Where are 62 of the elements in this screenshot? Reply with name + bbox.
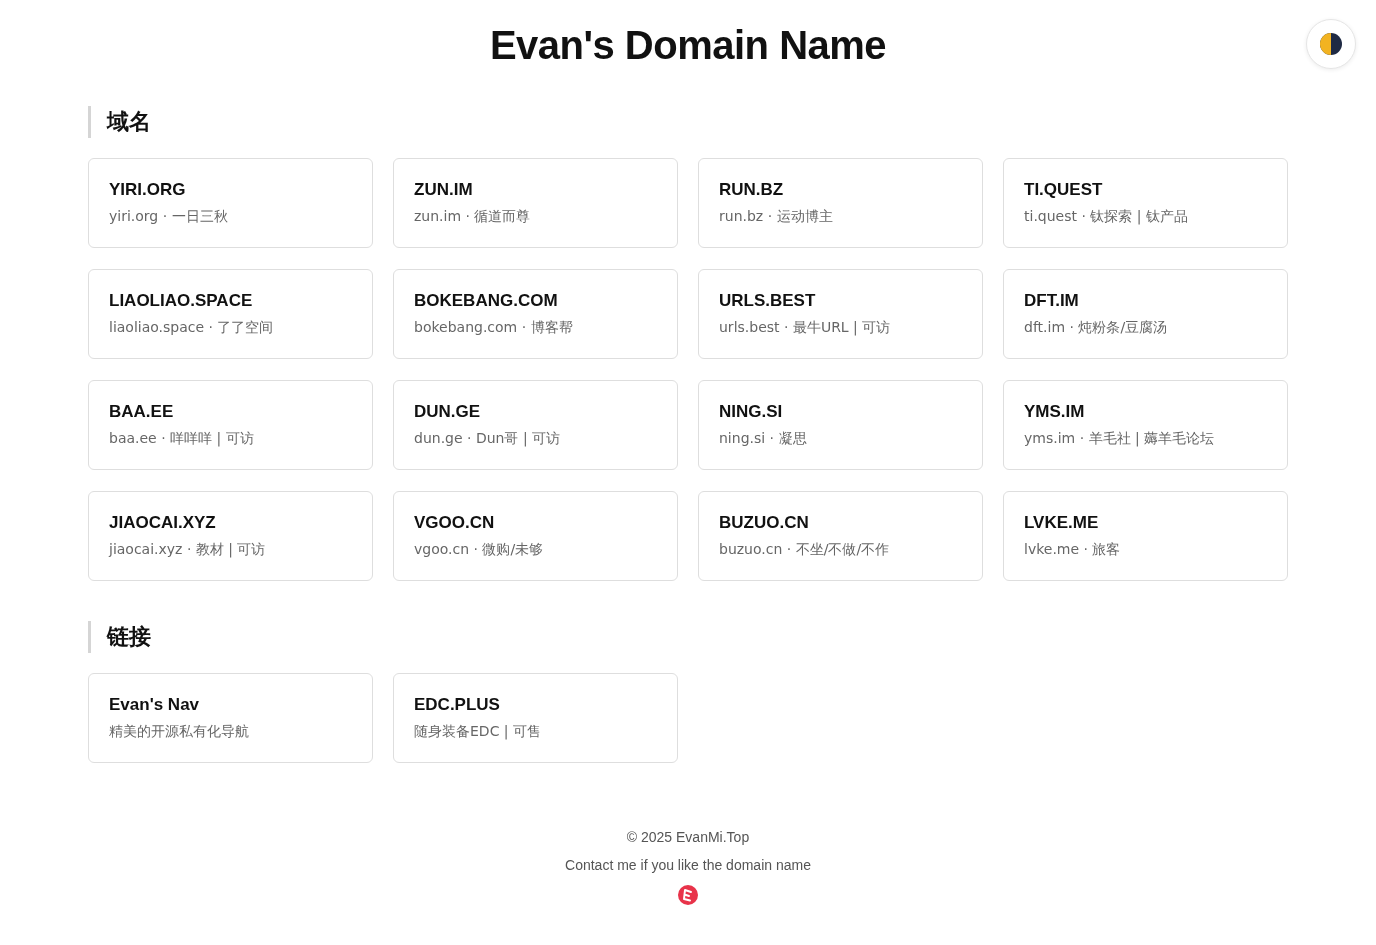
card-title: Evan's Nav: [109, 695, 201, 715]
domain-card[interactable]: YIRI.ORG yiri.org · 一日三秋: [88, 158, 373, 248]
domain-card[interactable]: LVKE.ME lvke.me · 旅客: [1003, 491, 1288, 581]
page-title: Evan's Domain Name: [489, 22, 887, 68]
card-description: liaoliao.space · 了了空间: [109, 319, 275, 337]
domain-card[interactable]: BOKEBANG.COM bokebang.com · 博客帮: [393, 269, 678, 359]
domain-card[interactable]: BUZUO.CN buzuo.cn · 不坐/不做/不作: [698, 491, 983, 581]
card-title: LVKE.ME: [1024, 513, 1100, 533]
card-title: BAA.EE: [109, 402, 175, 422]
card-description: yms.im · 羊毛社 | 薅羊毛论坛: [1024, 430, 1216, 448]
domain-card[interactable]: JIAOCAI.XYZ jiaocai.xyz · 教材 | 可访: [88, 491, 373, 581]
card-description: buzuo.cn · 不坐/不做/不作: [719, 541, 891, 559]
domain-card[interactable]: YMS.IM yms.im · 羊毛社 | 薅羊毛论坛: [1003, 380, 1288, 470]
half-moon-icon: [1319, 32, 1343, 56]
card-title: BOKEBANG.COM: [414, 291, 559, 311]
copyright-text: © 2025 EvanMi.Top: [626, 829, 750, 845]
domain-card[interactable]: BAA.EE baa.ee · 咩咩咩 | 可访: [88, 380, 373, 470]
domain-card[interactable]: DFT.IM dft.im · 炖粉条/豆腐汤: [1003, 269, 1288, 359]
card-title: YMS.IM: [1024, 402, 1086, 422]
card-description: dft.im · 炖粉条/豆腐汤: [1024, 319, 1169, 337]
domain-card[interactable]: LIAOLIAO.SPACE liaoliao.space · 了了空间: [88, 269, 373, 359]
contact-text: Contact me if you like the domain name: [565, 857, 811, 873]
card-description: zun.im · 循道而尊: [414, 208, 532, 226]
card-title: EDC.PLUS: [414, 695, 501, 715]
card-title: TI.QUEST: [1024, 180, 1104, 200]
card-title: VGOO.CN: [414, 513, 496, 533]
card-title: DUN.GE: [414, 402, 482, 422]
card-title: NING.SI: [719, 402, 784, 422]
card-description: dun.ge · Dun哥 | 可访: [414, 430, 562, 448]
card-title: ZUN.IM: [414, 180, 474, 200]
domain-card[interactable]: ZUN.IM zun.im · 循道而尊: [393, 158, 678, 248]
section-heading: 域名: [88, 106, 1288, 138]
card-description: run.bz · 运动博主: [719, 208, 834, 226]
logo-icon: [678, 885, 698, 905]
card-description: jiaocai.xyz · 教材 | 可访: [109, 541, 267, 559]
card-description: ti.quest · 钛探索 | 钛产品: [1024, 208, 1189, 226]
card-title: BUZUO.CN: [719, 513, 810, 533]
card-title: DFT.IM: [1024, 291, 1080, 311]
card-description: bokebang.com · 博客帮: [414, 319, 574, 337]
card-description: 精美的开源私有化导航: [109, 723, 250, 741]
card-description: ning.si · 凝思: [719, 430, 808, 448]
card-description: urls.best · 最牛URL | 可访: [719, 319, 892, 337]
theme-toggle-button[interactable]: [1306, 19, 1356, 69]
domain-card[interactable]: NING.SI ning.si · 凝思: [698, 380, 983, 470]
card-description: vgoo.cn · 微购/未够: [414, 541, 545, 559]
domain-card[interactable]: VGOO.CN vgoo.cn · 微购/未够: [393, 491, 678, 581]
card-title: JIAOCAI.XYZ: [109, 513, 217, 533]
domain-card[interactable]: RUN.BZ run.bz · 运动博主: [698, 158, 983, 248]
card-description: 随身装备EDC | 可售: [414, 723, 543, 741]
domain-card[interactable]: Evan's Nav 精美的开源私有化导航: [88, 673, 373, 763]
card-title: RUN.BZ: [719, 180, 785, 200]
domain-card[interactable]: EDC.PLUS 随身装备EDC | 可售: [393, 673, 678, 763]
card-title: URLS.BEST: [719, 291, 817, 311]
card-description: baa.ee · 咩咩咩 | 可访: [109, 430, 255, 448]
section-heading: 链接: [88, 621, 1288, 653]
card-description: yiri.org · 一日三秋: [109, 208, 229, 226]
domain-card[interactable]: DUN.GE dun.ge · Dun哥 | 可访: [393, 380, 678, 470]
card-title: LIAOLIAO.SPACE: [109, 291, 254, 311]
card-title: YIRI.ORG: [109, 180, 187, 200]
domain-card[interactable]: TI.QUEST ti.quest · 钛探索 | 钛产品: [1003, 158, 1288, 248]
domain-card[interactable]: URLS.BEST urls.best · 最牛URL | 可访: [698, 269, 983, 359]
card-description: lvke.me · 旅客: [1024, 541, 1122, 559]
